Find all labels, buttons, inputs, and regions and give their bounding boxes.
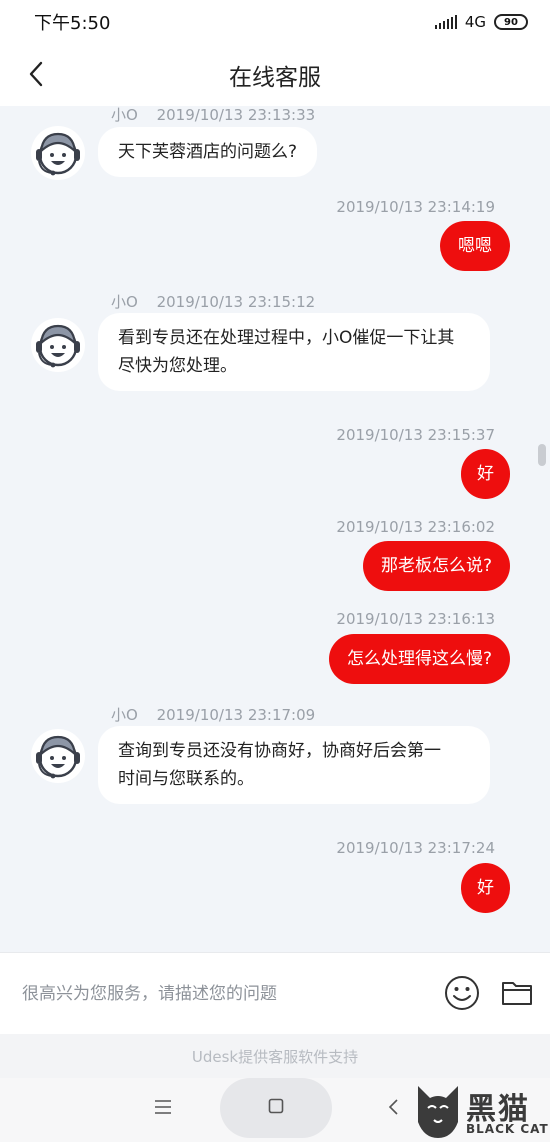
headset-agent-icon (31, 729, 85, 783)
message-text: 好 (477, 464, 494, 484)
message-time: 2019/10/13 23:16:13 (336, 610, 495, 628)
network-type: 4G (464, 13, 486, 31)
home-square (262, 1092, 290, 1120)
message-time: 2019/10/13 23:15:37 (336, 426, 495, 444)
input-bar (0, 952, 550, 1034)
message-line: 尽快为您处理。 (118, 356, 237, 376)
status-time: 下午5:50 (34, 13, 111, 34)
sender-name: 小O (111, 106, 138, 124)
user-message-bubble: 那老板怎么说? (362, 541, 510, 591)
message-line: 看到专员还在处理过程中，小O催促一下让其 (118, 328, 455, 348)
message-time: 2019/10/13 23:16:02 (336, 518, 495, 536)
sender-name: 小O (111, 706, 138, 724)
message-text: 怎么处理得这么慢? (346, 649, 492, 669)
menu-icon (155, 1100, 171, 1114)
chat-area[interactable]: 小O 2019/10/13 23:13:33 天下芙蓉酒店的问题么? 2019/… (0, 106, 550, 952)
watermark-subtitle: BLACK CAT (466, 1122, 549, 1136)
menu-button[interactable] (148, 1092, 178, 1122)
message-time: 2019/10/13 23:17:24 (336, 839, 495, 857)
chevron-left-icon (29, 61, 43, 87)
message-meta: 小O 2019/10/13 23:13:33 (111, 106, 315, 125)
signal-icon (434, 15, 457, 29)
agent-message-bubble: 看到专员还在处理过程中，小O催促一下让其 尽快为您处理。 (98, 313, 490, 391)
user-message-bubble: 嗯嗯 (440, 221, 510, 271)
powered-by-note: Udesk提供客服软件支持 (0, 1034, 550, 1078)
scrollbar-thumb[interactable] (538, 444, 546, 466)
watermark: 黑猫 BLACK CAT (408, 1078, 550, 1142)
message-line: 查询到专员还没有协商好，协商好后会第一 (118, 741, 441, 761)
message-text: 好 (477, 878, 494, 898)
message-text: 嗯嗯 (458, 236, 492, 256)
page-title: 在线客服 (229, 65, 321, 91)
smiley-icon[interactable] (444, 975, 480, 1011)
message-line: 时间与您联系的。 (118, 769, 254, 789)
square-icon (268, 1098, 284, 1114)
status-bar: 下午5:50 4G 90 (0, 0, 550, 44)
message-text: 天下芙蓉酒店的问题么? (118, 142, 298, 162)
folder-icon[interactable] (500, 976, 534, 1010)
message-time: 2019/10/13 23:17:09 (156, 706, 316, 724)
user-message-bubble: 好 (461, 449, 510, 499)
headset-agent-icon (31, 126, 85, 180)
agent-message-bubble: 查询到专员还没有协商好，协商好后会第一 时间与您联系的。 (98, 726, 490, 804)
system-back-button[interactable] (378, 1092, 408, 1122)
triangle-left-icon (388, 1099, 398, 1115)
message-meta: 小O 2019/10/13 23:15:12 (111, 291, 315, 312)
message-time: 2019/10/13 23:13:33 (156, 106, 316, 124)
message-time: 2019/10/13 23:15:12 (156, 293, 316, 311)
message-meta: 小O 2019/10/13 23:17:09 (111, 704, 315, 725)
battery-icon: 90 (494, 14, 528, 30)
black-cat-logo-icon (418, 1086, 458, 1138)
message-input[interactable] (22, 977, 422, 1011)
headset-agent-icon (31, 318, 85, 372)
user-message-bubble: 怎么处理得这么慢? (328, 634, 510, 684)
user-message-bubble: 好 (461, 863, 510, 913)
back-button[interactable] (18, 56, 54, 92)
sender-name: 小O (111, 293, 138, 311)
footer-text: Udesk提供客服软件支持 (191, 1047, 359, 1066)
header: 在线客服 (0, 44, 550, 106)
agent-message-bubble: 天下芙蓉酒店的问题么? (98, 127, 318, 177)
status-indicators: 4G 90 (434, 13, 528, 31)
message-time: 2019/10/13 23:14:19 (336, 198, 495, 216)
message-text: 那老板怎么说? (380, 556, 492, 576)
battery-level: 90 (504, 16, 518, 28)
